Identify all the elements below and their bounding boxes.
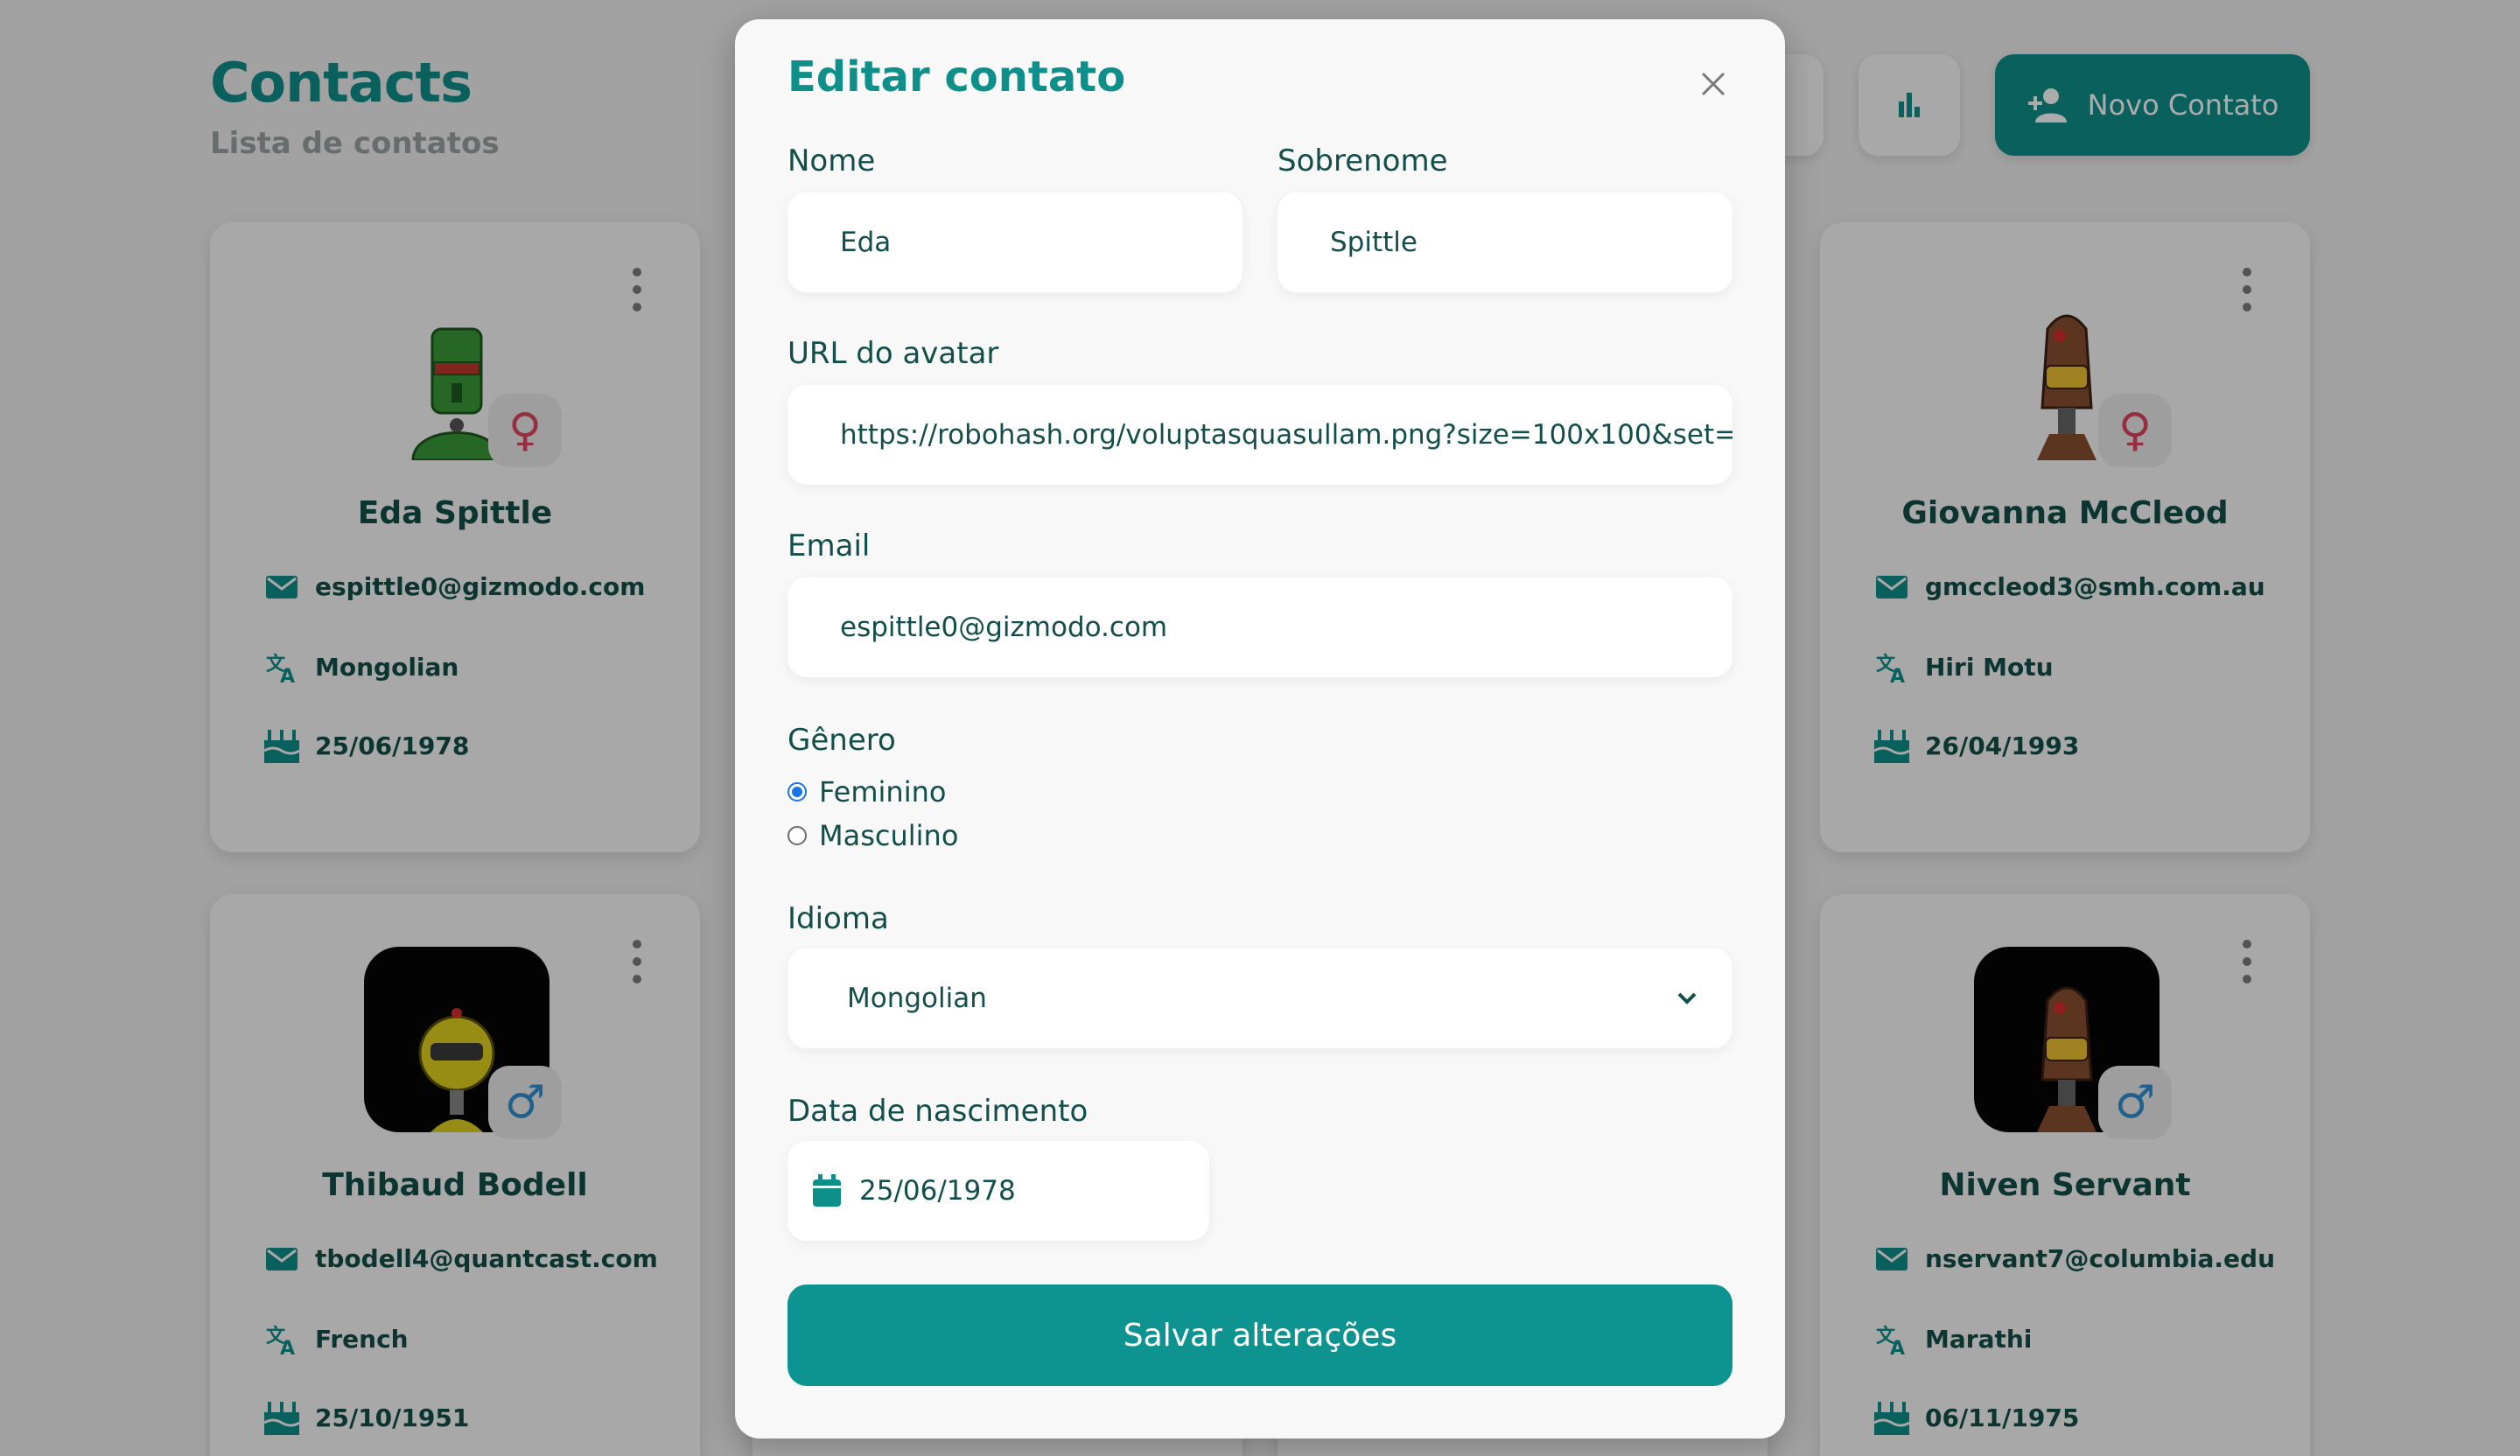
last-name-field[interactable]: Spittle xyxy=(1278,192,1732,292)
close-icon xyxy=(1701,72,1726,96)
email-field[interactable]: espittle0@gizmodo.com xyxy=(788,578,1732,677)
email-label: Email xyxy=(788,528,871,564)
birth-date-field[interactable]: 25/06/1978 xyxy=(788,1141,1209,1241)
language-select-value: Mongolian xyxy=(847,983,987,1014)
avatar-url-field[interactable]: https://robohash.org/voluptasquasullam.p… xyxy=(788,385,1732,485)
gender-option-female[interactable]: Feminino xyxy=(788,775,946,808)
contacts-page: Contacts Lista de contatos Novo Contato xyxy=(0,0,2520,1456)
modal-title: Editar contato xyxy=(788,52,1126,102)
edit-contact-modal: Editar contato Nome Eda Sobrenome Spittl… xyxy=(735,19,1785,1438)
gender-label: Gênero xyxy=(788,723,896,758)
gender-option-label: Masculino xyxy=(819,819,959,852)
birth-date-label: Data de nascimento xyxy=(788,1094,1088,1129)
birth-date-value: 25/06/1978 xyxy=(859,1175,1016,1207)
save-button[interactable]: Salvar alterações xyxy=(788,1284,1732,1386)
gender-option-label: Feminino xyxy=(819,775,947,808)
radio-female[interactable] xyxy=(788,782,807,802)
last-name-label: Sobrenome xyxy=(1278,144,1448,178)
radio-male[interactable] xyxy=(788,826,807,845)
calendar-icon xyxy=(813,1174,841,1207)
language-select[interactable]: Mongolian xyxy=(788,948,1732,1048)
gender-option-male[interactable]: Masculino xyxy=(788,819,958,852)
close-button[interactable] xyxy=(1689,60,1738,108)
avatar-url-label: URL do avatar xyxy=(788,336,999,371)
language-label: Idioma xyxy=(788,901,889,936)
first-name-label: Nome xyxy=(788,144,876,178)
first-name-field[interactable]: Eda xyxy=(788,192,1242,292)
chevron-down-icon xyxy=(1677,992,1697,1004)
